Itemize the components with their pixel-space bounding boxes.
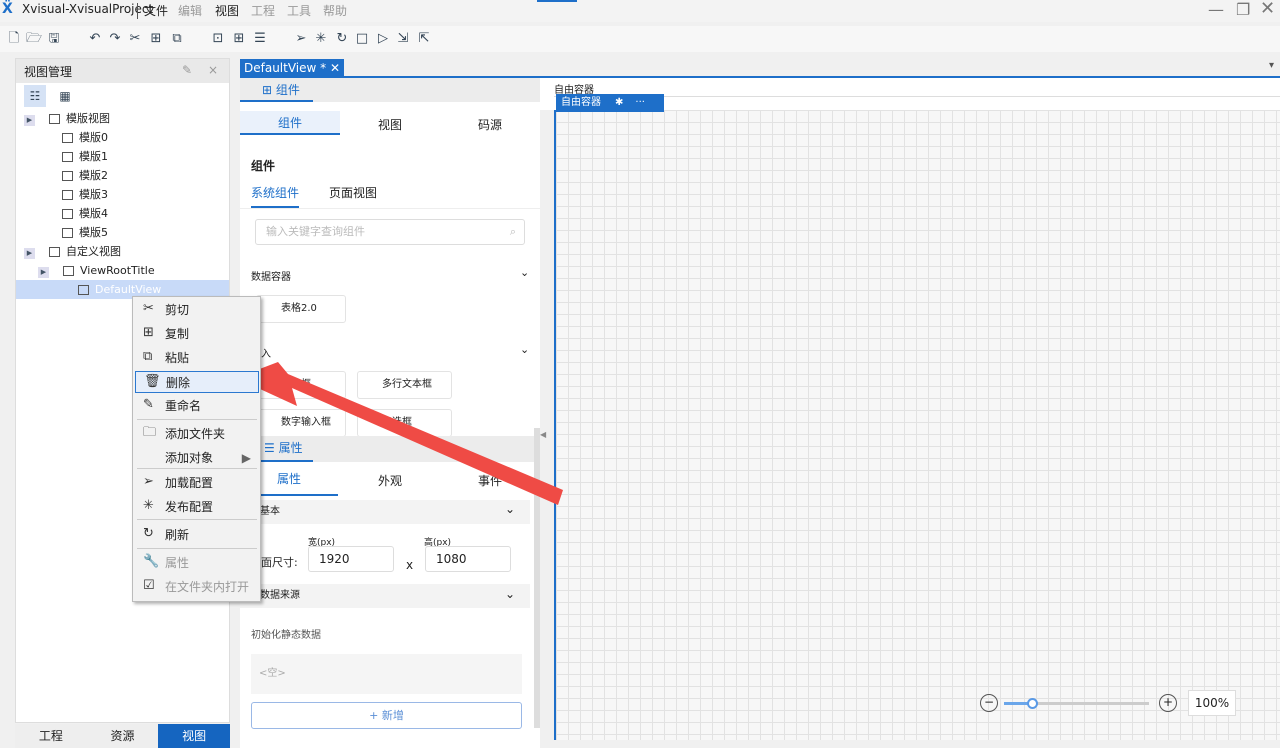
context-menu: ✂ 剪切 ⊞ 复制 ⧉ 粘贴 🗑 删除 ✎ 重命名 🗀 添加文件夹 添加对象 ▶ ➢ 加载配置 ✳ 发布配置 ↻ 刷新… [132, 296, 261, 602]
menu-item-label: 添加文件夹 [165, 427, 226, 441]
trash-icon: 🗑 [144, 374, 161, 389]
menu-item[interactable]: 添加对象 ▶ [135, 447, 259, 469]
copy-icon: ⊞ [143, 325, 154, 340]
paste-icon: ⧉ [143, 349, 153, 364]
publish-icon: ✳ [143, 498, 154, 513]
open-folder-icon: ☑ [143, 578, 155, 593]
menu-item-label: 复制 [165, 327, 190, 341]
send-icon: ➢ [143, 474, 154, 489]
menu-item[interactable]: ⊞ 复制 [135, 323, 259, 345]
menu-item[interactable]: 🗀 添加文件夹 [135, 423, 259, 445]
submenu-arrow-icon: ▶ [241, 451, 251, 465]
menu-item-label: 剪切 [165, 303, 190, 317]
wrench-icon: 🔧 [143, 554, 160, 569]
arrow-shape [236, 362, 563, 505]
menu-item-label: 粘贴 [165, 351, 190, 365]
menu-item-label: 发布配置 [165, 500, 214, 514]
menu-item[interactable]: 🔧 属性 [135, 552, 259, 574]
menu-item-label: 删除 [166, 376, 191, 390]
menu-item[interactable]: ⧉ 粘贴 [135, 347, 259, 369]
menu-item-label: 加载配置 [165, 476, 214, 490]
menu-item-label: 刷新 [165, 528, 190, 542]
menu-item-label: 在文件夹内打开 [165, 580, 250, 594]
refresh-icon: ↻ [143, 526, 154, 541]
menu-item[interactable]: ✂ 剪切 [135, 299, 259, 321]
menu-item[interactable]: ☑ 在文件夹内打开 [135, 576, 259, 598]
menu-item[interactable]: ✎ 重命名 [135, 395, 259, 417]
menu-item-label: 属性 [165, 556, 190, 570]
menu-item[interactable]: 🗑 删除 [135, 371, 259, 393]
menu-item-label: 添加对象 [165, 451, 214, 465]
menu-item-label: 重命名 [165, 399, 202, 413]
menu-item[interactable]: ↻ 刷新 [135, 524, 259, 546]
scissors-icon: ✂ [143, 301, 154, 316]
menu-item[interactable]: ➢ 加载配置 [135, 472, 259, 494]
folder-icon: 🗀 [143, 425, 157, 440]
menu-item[interactable]: ✳ 发布配置 [135, 496, 259, 518]
pen-icon: ✎ [143, 397, 154, 412]
